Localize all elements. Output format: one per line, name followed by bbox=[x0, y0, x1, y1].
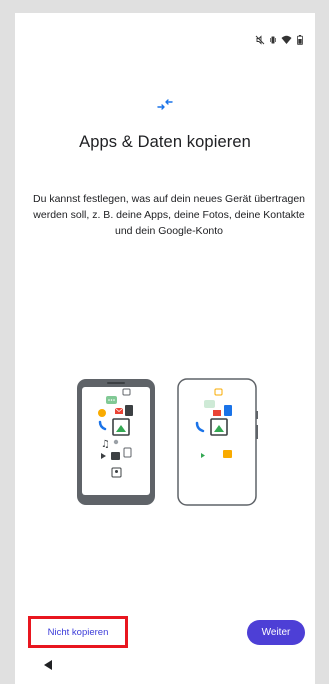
setup-screen: Apps & Daten kopieren Du kannst festlege… bbox=[15, 13, 315, 684]
transfer-arrows-icon bbox=[15, 99, 315, 111]
next-button[interactable]: Weiter bbox=[247, 620, 305, 645]
page-title: Apps & Daten kopieren bbox=[79, 133, 251, 151]
battery-icon bbox=[297, 35, 303, 45]
skip-button[interactable]: Nicht kopieren bbox=[31, 619, 125, 645]
navigation-bar bbox=[15, 654, 315, 684]
phone-transfer-illustration: ♫ bbox=[73, 373, 263, 523]
vibrate-icon bbox=[270, 35, 276, 45]
status-bar bbox=[255, 35, 303, 45]
svg-text:♫: ♫ bbox=[101, 439, 110, 450]
back-triangle-icon[interactable] bbox=[41, 659, 55, 673]
wifi-icon bbox=[281, 35, 292, 45]
page-description: Du kannst festlegen, was auf dein neues … bbox=[33, 193, 306, 237]
mute-icon bbox=[255, 35, 265, 45]
